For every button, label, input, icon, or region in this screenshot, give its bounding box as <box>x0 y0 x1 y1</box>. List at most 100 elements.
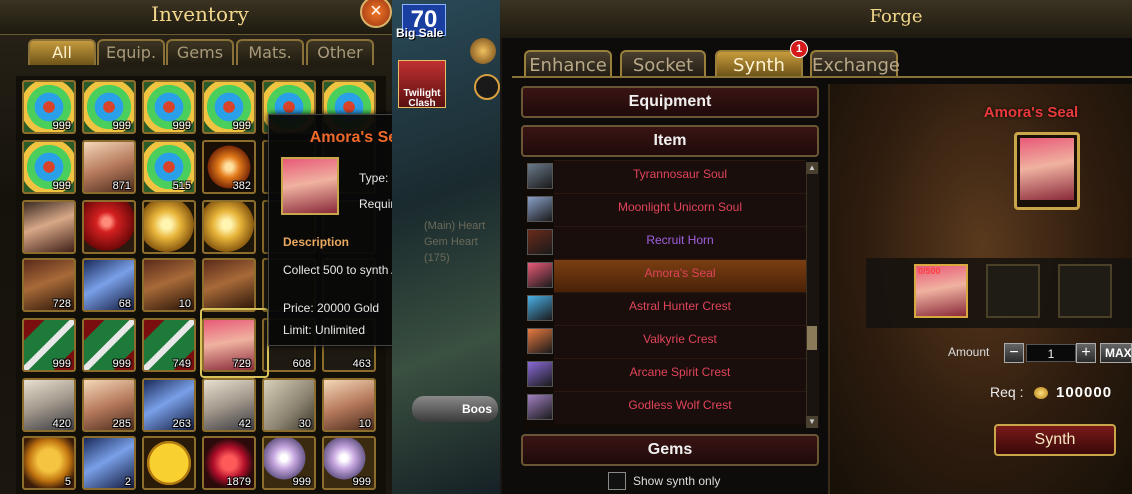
synth-button[interactable]: Synth <box>994 424 1116 456</box>
inventory-slot[interactable]: 999 <box>82 80 136 134</box>
tab-socket[interactable]: Socket <box>620 50 706 77</box>
inventory-slot[interactable]: 2 <box>82 436 136 490</box>
inventory-slot[interactable]: 999 <box>202 80 256 134</box>
list-item[interactable]: Astral Hunter Crest <box>524 292 806 325</box>
show-synth-only-label: Show synth only <box>633 474 721 488</box>
item-icon <box>527 361 553 387</box>
tab-exchange[interactable]: Exchange <box>810 50 900 77</box>
inventory-slot[interactable]: 999 <box>142 80 196 134</box>
slot-count: 871 <box>112 180 131 192</box>
inventory-slot[interactable]: 10 <box>142 258 196 312</box>
slot-count: 608 <box>292 358 311 370</box>
category-item[interactable]: Item <box>521 125 819 157</box>
tab-enhance[interactable]: Enhance <box>524 50 612 77</box>
list-item-label: Godless Wolf Crest <box>554 391 806 424</box>
list-item[interactable]: Godless Wolf Crest <box>524 391 806 424</box>
inventory-slot[interactable]: 263 <box>142 378 196 432</box>
synth-item-list: Tyrannosaur Soul Moonlight Unicorn Soul Re… <box>524 160 806 430</box>
list-item[interactable]: Tyrannosaur Soul <box>524 160 806 193</box>
list-item-label: Astral Hunter Crest <box>554 292 806 325</box>
show-synth-only-checkbox[interactable] <box>608 472 626 490</box>
inventory-slot[interactable]: 999 <box>262 436 316 490</box>
slot-count: 263 <box>172 418 191 430</box>
inventory-slot[interactable]: 1879 <box>202 436 256 490</box>
tab-equip[interactable]: Equip. <box>97 39 165 65</box>
item-icon <box>527 229 553 255</box>
list-item-label: Moonlight Unicorn Soul <box>554 193 806 226</box>
amount-plus-button[interactable]: + <box>1076 343 1096 363</box>
inventory-slot[interactable] <box>202 258 256 312</box>
inventory-slot[interactable]: 42 <box>202 378 256 432</box>
item-icon <box>527 394 553 420</box>
max-button[interactable]: MAX <box>1100 343 1132 363</box>
category-gems[interactable]: Gems <box>521 434 819 466</box>
category-equipment[interactable]: Equipment <box>521 86 819 118</box>
inventory-slot[interactable]: 871 <box>82 140 136 194</box>
gold-coin-icon <box>1034 387 1048 399</box>
list-scrollbar[interactable] <box>806 162 819 428</box>
tab-synth[interactable]: Synth <box>715 50 803 77</box>
list-item[interactable]: Moonlight Unicorn Soul <box>524 193 806 226</box>
list-item-label: Valkyrie Crest <box>554 325 806 358</box>
list-item[interactable]: Arcane Spirit Crest <box>524 358 806 391</box>
tooltip-limit: Limit: Unlimited <box>283 323 366 337</box>
list-item[interactable]: Recruit Horn <box>524 226 806 259</box>
bigsale-label[interactable]: Big Sale <box>396 26 443 40</box>
slot-count: 420 <box>52 418 71 430</box>
amount-input[interactable]: 1 <box>1026 344 1076 362</box>
inventory-slot[interactable]: 999 <box>22 318 76 372</box>
amount-minus-button[interactable]: − <box>1004 343 1024 363</box>
slot-count: 463 <box>352 358 371 370</box>
inventory-slot[interactable]: 68 <box>82 258 136 312</box>
slot-count: 999 <box>172 120 191 132</box>
inventory-slot[interactable]: 999 <box>22 140 76 194</box>
inventory-slot[interactable] <box>82 200 136 254</box>
inventory-slot[interactable]: 30 <box>262 378 316 432</box>
tab-other[interactable]: Other <box>306 39 374 65</box>
item-icon <box>527 196 553 222</box>
inventory-slot[interactable]: 285 <box>82 378 136 432</box>
list-item[interactable]: Amora's Seal <box>524 259 806 292</box>
list-item-label: Arcane Spirit Crest <box>554 358 806 391</box>
inventory-slot[interactable]: 10 <box>322 378 376 432</box>
requirement-label: Req : <box>990 384 1024 400</box>
slot-count: 285 <box>112 418 131 430</box>
inventory-slot[interactable] <box>202 200 256 254</box>
item-icon <box>527 295 553 321</box>
clock-icon[interactable] <box>474 74 500 100</box>
inventory-slot[interactable] <box>22 200 76 254</box>
item-portrait-icon <box>281 157 339 215</box>
slot-count: 30 <box>298 418 311 430</box>
slot-count: 515 <box>172 180 191 192</box>
tab-all[interactable]: All <box>28 39 96 65</box>
tab-gems[interactable]: Gems <box>166 39 234 65</box>
event-orb-icon[interactable] <box>470 38 496 64</box>
tab-mats[interactable]: Mats. <box>236 39 304 65</box>
material-slot-3 <box>1058 264 1112 318</box>
inventory-slot[interactable]: 382 <box>202 140 256 194</box>
boost-button[interactable]: Boos <box>412 396 498 422</box>
inventory-slot[interactable]: 999 <box>322 436 376 490</box>
inventory-slot[interactable]: 999 <box>22 80 76 134</box>
material-slot-2 <box>986 264 1040 318</box>
item-icon <box>527 262 553 288</box>
list-item[interactable]: Valkyrie Crest <box>524 325 806 358</box>
inventory-slot[interactable] <box>142 200 196 254</box>
twilight-clash-button[interactable]: Twilight Clash <box>398 60 446 109</box>
inventory-slot[interactable]: 420 <box>22 378 76 432</box>
result-portrait-icon[interactable] <box>1020 138 1074 200</box>
slot-count: 5 <box>64 476 71 488</box>
forge-header <box>500 0 1132 38</box>
scroll-down-icon[interactable]: ▼ <box>806 416 818 428</box>
inventory-slot[interactable]: 515 <box>142 140 196 194</box>
inventory-slot[interactable]: 5 <box>22 436 76 490</box>
amount-label: Amount <box>948 345 990 359</box>
scroll-up-icon[interactable]: ▲ <box>806 162 818 174</box>
inventory-slot[interactable]: 728 <box>22 258 76 312</box>
list-item-label: Amora's Seal <box>554 259 806 292</box>
inventory-slot[interactable]: 749 <box>142 318 196 372</box>
inventory-slot[interactable]: 999 <box>82 318 136 372</box>
inventory-slot[interactable] <box>142 436 196 490</box>
scroll-thumb[interactable] <box>807 326 817 350</box>
slot-count: 382 <box>232 180 251 192</box>
